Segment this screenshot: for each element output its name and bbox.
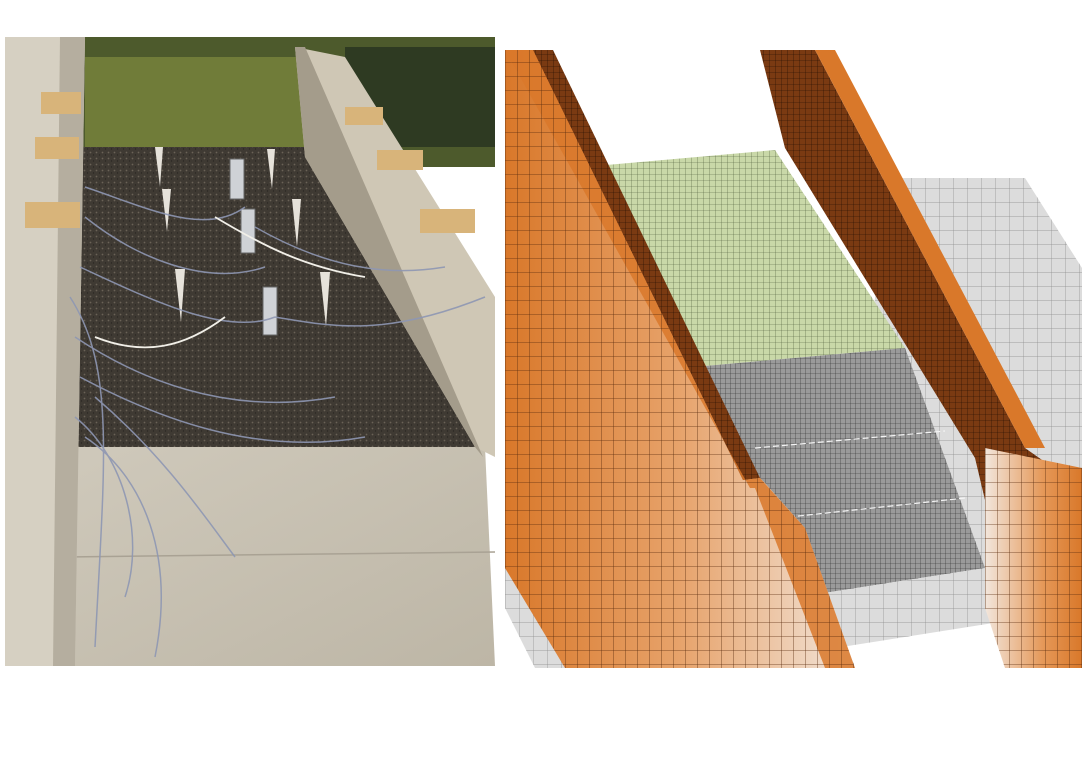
wood-bracket <box>41 92 81 114</box>
wood-bracket <box>35 137 79 159</box>
wood-bracket <box>377 150 423 170</box>
wood-bracket <box>25 202 80 228</box>
wood-bracket <box>420 209 475 233</box>
mesh-drawing <box>505 50 1082 668</box>
flume-photo <box>5 37 495 666</box>
flume-mesh-model <box>505 48 1082 668</box>
flume-photo-drawing <box>5 37 495 666</box>
wood-bracket <box>345 107 383 125</box>
